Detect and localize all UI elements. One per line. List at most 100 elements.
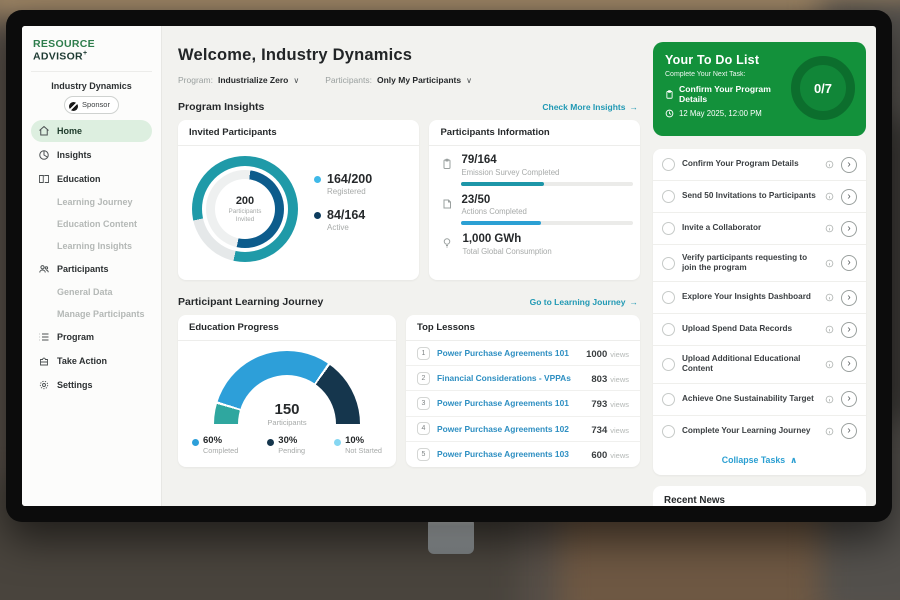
task-checkbox[interactable] bbox=[662, 323, 675, 336]
lesson-rank: 4 bbox=[417, 422, 430, 435]
sidebar-item-general-data[interactable]: General Data bbox=[31, 282, 152, 302]
completed-pct: 60% bbox=[203, 435, 222, 446]
task-row-2[interactable]: Send 50 Invitations to Participants › bbox=[653, 181, 866, 213]
task-chevron-button[interactable]: › bbox=[841, 391, 857, 407]
info-row-consumption: 1,000 GWh Total Global Consumption bbox=[429, 225, 640, 256]
sidebar-item-home[interactable]: Home bbox=[31, 120, 152, 142]
program-filter-value: Industrialize Zero bbox=[218, 75, 288, 85]
task-row-1[interactable]: Confirm Your Program Details › bbox=[653, 149, 866, 181]
invited-donut-chart: 200 Participants Invited bbox=[192, 156, 298, 262]
task-checkbox[interactable] bbox=[662, 425, 675, 438]
info-progress-fill bbox=[461, 182, 544, 186]
task-checkbox[interactable] bbox=[662, 222, 675, 235]
task-chevron-button[interactable]: › bbox=[841, 322, 857, 338]
sidebar-item-education-content[interactable]: Education Content bbox=[31, 214, 152, 234]
sidebar-item-learning-journey[interactable]: Learning Journey bbox=[31, 192, 152, 212]
task-chevron-button[interactable]: › bbox=[841, 221, 857, 237]
participants-filter-label: Participants: bbox=[325, 75, 372, 85]
actions-progress-track bbox=[461, 221, 633, 225]
task-chevron-button[interactable]: › bbox=[841, 189, 857, 205]
sidebar-item-program[interactable]: Program bbox=[31, 326, 152, 348]
task-row-4[interactable]: Verify participants requesting to join t… bbox=[653, 245, 866, 282]
task-checkbox[interactable] bbox=[662, 158, 675, 171]
lesson-rank: 5 bbox=[417, 448, 430, 461]
lesson-views: 600 bbox=[591, 450, 607, 461]
education-card-title: Education Progress bbox=[178, 315, 396, 341]
lesson-rank: 3 bbox=[417, 397, 430, 410]
sponsor-icon bbox=[69, 102, 78, 111]
views-word: views bbox=[610, 426, 629, 435]
task-chevron-button[interactable]: › bbox=[841, 423, 857, 439]
learning-journey-title: Participant Learning Journey bbox=[178, 296, 323, 308]
sidebar-item-learning-insights[interactable]: Learning Insights bbox=[31, 236, 152, 256]
lesson-link[interactable]: Power Purchase Agreements 102 bbox=[437, 424, 584, 434]
views-word: views bbox=[610, 400, 629, 409]
task-checkbox[interactable] bbox=[662, 190, 675, 203]
sponsor-badge-label: Sponsor bbox=[82, 100, 110, 109]
task-row-6[interactable]: Upload Spend Data Records › bbox=[653, 314, 866, 346]
lesson-row-5[interactable]: 5 Power Purchase Agreements 103 600views bbox=[406, 442, 640, 467]
consumption-label: Total Global Consumption bbox=[462, 247, 551, 256]
sidebar-item-label: Learning Insights bbox=[57, 241, 132, 251]
sidebar-item-manage-participants[interactable]: Manage Participants bbox=[31, 304, 152, 324]
lesson-row-2[interactable]: 2 Financial Considerations - VPPAs 803vi… bbox=[406, 366, 640, 391]
task-row-5[interactable]: Explore Your Insights Dashboard › bbox=[653, 282, 866, 314]
info-icon bbox=[825, 360, 834, 369]
info-card-title: Participants Information bbox=[429, 120, 640, 146]
go-to-learning-journey-link[interactable]: Go to Learning Journey → bbox=[530, 297, 638, 307]
task-checkbox[interactable] bbox=[662, 358, 675, 371]
todo-panel: Your To Do List Complete Your Next Task:… bbox=[650, 26, 876, 506]
monitor-bezel: RESOURCE ADVISOR+ Industry Dynamics Spon… bbox=[6, 10, 892, 522]
lesson-link[interactable]: Power Purchase Agreements 101 bbox=[437, 398, 584, 408]
collapse-tasks-link[interactable]: Collapse Tasks ∧ bbox=[653, 447, 866, 475]
task-checkbox[interactable] bbox=[662, 393, 675, 406]
insights-icon bbox=[38, 149, 50, 161]
program-insights-header: Program Insights Check More Insights → bbox=[178, 101, 638, 113]
registered-value: 164/200 bbox=[327, 173, 372, 187]
todo-summary-card: Your To Do List Complete Your Next Task:… bbox=[653, 42, 866, 136]
invited-donut-center: 200 Participants Invited bbox=[215, 179, 275, 239]
sidebar-nav: Home Insights Education Learning Journey… bbox=[31, 120, 152, 396]
task-row-7[interactable]: Upload Additional Educational Content › bbox=[653, 346, 866, 383]
task-row-8[interactable]: Achieve One Sustainability Target › bbox=[653, 384, 866, 416]
lesson-row-4[interactable]: 4 Power Purchase Agreements 102 734views bbox=[406, 417, 640, 442]
task-chevron-button[interactable]: › bbox=[841, 356, 857, 372]
learning-journey-header: Participant Learning Journey Go to Learn… bbox=[178, 296, 638, 308]
task-chevron-button[interactable]: › bbox=[841, 290, 857, 306]
sidebar-item-insights[interactable]: Insights bbox=[31, 144, 152, 166]
sidebar-item-label: Home bbox=[57, 126, 82, 136]
info-icon bbox=[825, 325, 834, 334]
education-legend: 60% Completed 30% Pending 10% bbox=[178, 427, 396, 455]
task-label: Upload Spend Data Records bbox=[682, 324, 818, 335]
invited-center-value: 200 bbox=[236, 195, 254, 207]
participants-filter-dropdown[interactable]: Participants: Only My Participants ∨ bbox=[325, 75, 472, 85]
sidebar-item-settings[interactable]: Settings bbox=[31, 374, 152, 396]
sidebar-item-take-action[interactable]: Take Action bbox=[31, 350, 152, 372]
lesson-link[interactable]: Power Purchase Agreements 101 bbox=[437, 348, 579, 358]
views-word: views bbox=[610, 451, 629, 460]
lesson-link[interactable]: Financial Considerations - VPPAs bbox=[437, 373, 584, 383]
todo-progress-value: 0/7 bbox=[814, 81, 832, 96]
task-chevron-button[interactable]: › bbox=[841, 157, 857, 173]
task-checkbox[interactable] bbox=[662, 291, 675, 304]
invited-legend: 164/200 Registered 84/164 Active bbox=[314, 173, 372, 245]
actions-icon bbox=[441, 194, 453, 226]
todo-next-task: Confirm Your Program Details bbox=[665, 84, 793, 104]
legend-registered: 164/200 Registered bbox=[314, 173, 372, 196]
lesson-row-1[interactable]: 1 Power Purchase Agreements 101 1000view… bbox=[406, 341, 640, 366]
check-more-insights-link[interactable]: Check More Insights → bbox=[542, 102, 638, 112]
recent-news-card: Recent News bbox=[653, 486, 866, 506]
sidebar-item-participants[interactable]: Participants bbox=[31, 258, 152, 280]
info-icon bbox=[825, 224, 834, 233]
not-started-pct: 10% bbox=[345, 435, 364, 446]
sidebar-item-education[interactable]: Education bbox=[31, 168, 152, 190]
legend-active: 84/164 Active bbox=[314, 209, 372, 232]
lesson-link[interactable]: Power Purchase Agreements 103 bbox=[437, 449, 584, 459]
lesson-row-3[interactable]: 3 Power Purchase Agreements 101 793views bbox=[406, 391, 640, 416]
legend-pending: 30% Pending bbox=[267, 435, 305, 455]
task-row-9[interactable]: Complete Your Learning Journey › bbox=[653, 416, 866, 447]
task-row-3[interactable]: Invite a Collaborator › bbox=[653, 213, 866, 245]
task-checkbox[interactable] bbox=[662, 257, 675, 270]
task-chevron-button[interactable]: › bbox=[841, 255, 857, 271]
program-filter-dropdown[interactable]: Program: Industrialize Zero ∨ bbox=[178, 75, 299, 85]
